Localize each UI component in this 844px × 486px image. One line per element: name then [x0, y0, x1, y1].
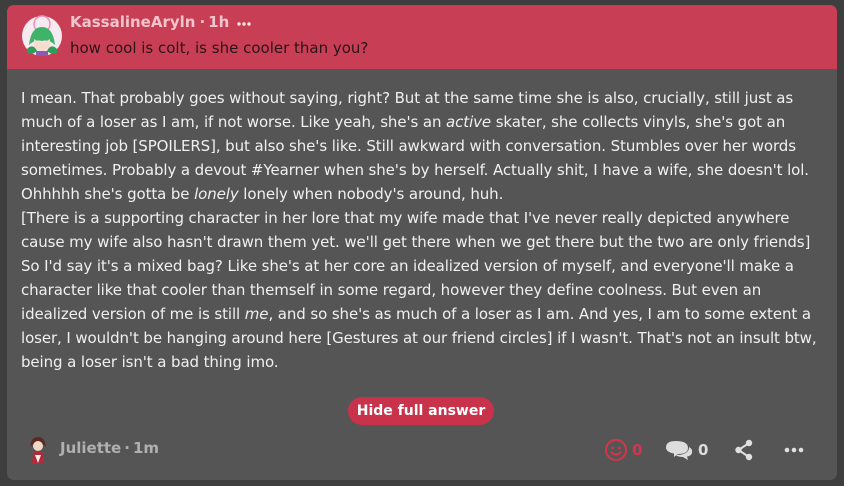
- react-button[interactable]: 0: [604, 438, 642, 462]
- smiley-icon: [605, 439, 627, 461]
- question-time: 1h: [208, 13, 230, 31]
- answer-time: 1m: [132, 439, 160, 457]
- ellipsis-icon[interactable]: [237, 14, 251, 30]
- asker-meta: KassalineAryln · 1h: [70, 13, 251, 31]
- comments-count: 0: [698, 441, 709, 459]
- more-options-button[interactable]: [784, 438, 804, 462]
- comments-button[interactable]: 0: [664, 438, 708, 462]
- share-button[interactable]: [734, 438, 754, 462]
- answer-paragraph-1: I mean. That probably goes without sayin…: [21, 86, 827, 206]
- meta-separator: ·: [199, 13, 206, 31]
- asker-name[interactable]: KassalineAryln: [70, 13, 195, 31]
- answer-emphasis: lonely: [194, 185, 239, 203]
- answer-emphasis: active: [446, 113, 492, 131]
- answer-text-span: lonely when nobody's around, huh.: [238, 185, 504, 203]
- answer-paragraph-2: [There is a supporting character in her …: [21, 209, 811, 251]
- answer-emphasis: me: [244, 305, 269, 323]
- share-icon: [735, 439, 753, 461]
- asker-avatar[interactable]: [21, 15, 63, 57]
- answer-text: I mean. That probably goes without sayin…: [21, 86, 827, 374]
- answer-paragraph-3: So I'd say it's a mixed bag? Like she's …: [21, 254, 827, 374]
- ellipsis-icon: [784, 447, 804, 453]
- question-text: how cool is colt, is she cooler than you…: [70, 39, 369, 57]
- reactions-count: 0: [632, 441, 643, 459]
- comment-bubbles-icon: [666, 441, 693, 460]
- hide-full-answer-button[interactable]: Hide full answer: [348, 397, 494, 425]
- meta-separator: ·: [124, 439, 130, 457]
- question-header: KassalineAryln · 1h how cool is colt, is…: [7, 5, 837, 69]
- answerer-avatar[interactable]: [23, 433, 53, 463]
- answerer-meta: Juliette · 1m: [60, 439, 159, 457]
- answerer-name[interactable]: Juliette: [60, 439, 121, 457]
- answer-card: KassalineAryln · 1h how cool is colt, is…: [7, 5, 837, 480]
